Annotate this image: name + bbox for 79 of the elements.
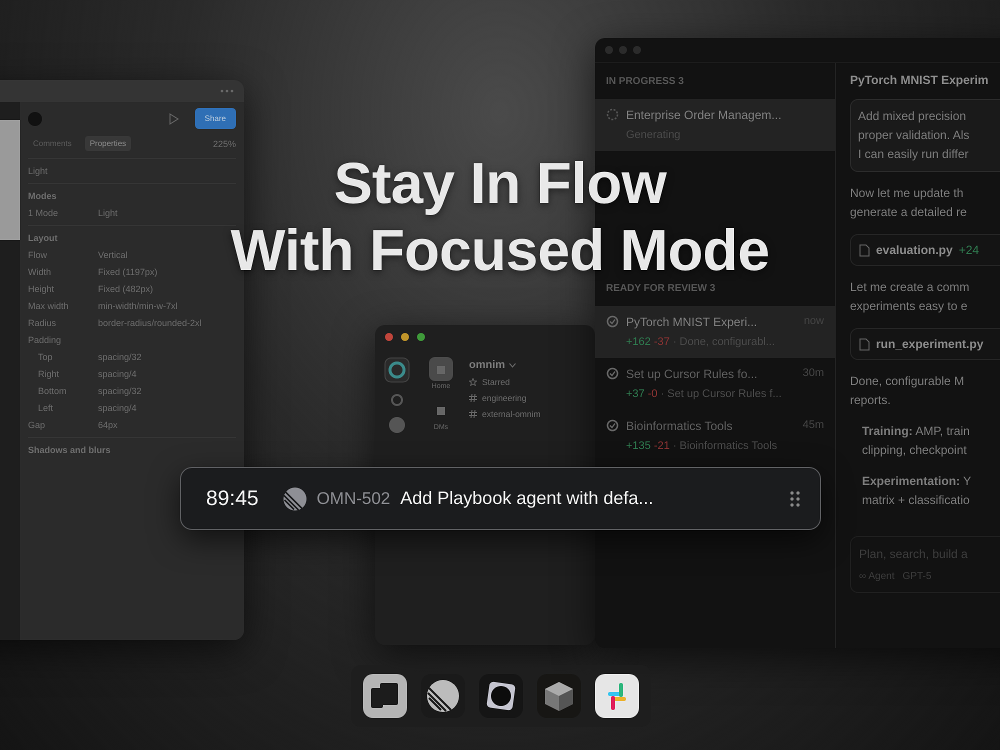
section-heading: Layout — [28, 233, 59, 243]
property-label: Top — [37, 352, 54, 362]
property-value: spacing/32 — [98, 386, 143, 396]
property-label: Height — [28, 284, 56, 294]
app-icon[interactable] — [478, 673, 524, 719]
property-label: Radius — [28, 318, 58, 328]
issue-title: Add Playbook agent with defa... — [400, 488, 654, 509]
property-value: border-radius/rounded-2xl — [98, 318, 203, 328]
file-icon — [859, 338, 870, 350]
share-button[interactable]: Share — [194, 108, 236, 129]
section-heading: Shadows and blurs — [28, 445, 112, 455]
section-heading: Modes — [28, 191, 58, 201]
property-value: Light — [98, 208, 119, 218]
panel-tab[interactable]: Properties — [84, 136, 132, 151]
star-icon — [469, 378, 477, 386]
maximize-dot[interactable] — [633, 46, 641, 54]
bullet-item: Training: AMP, train clipping, checkpoint — [861, 423, 971, 459]
channel-item[interactable]: external-omnim — [482, 409, 541, 419]
property-value: spacing/32 — [98, 352, 143, 362]
conversation-title: PyTorch MNIST Experim — [850, 73, 990, 87]
property-value: Fixed (482px) — [98, 284, 154, 294]
chevron-down-icon[interactable] — [509, 362, 516, 368]
property-label: Flow — [28, 250, 48, 260]
zoom-level[interactable]: 225% — [212, 138, 236, 148]
property-label: Padding — [28, 335, 62, 345]
more-icon[interactable] — [220, 89, 234, 93]
headline: Stay In Flow — [334, 150, 666, 217]
file-icon — [859, 244, 870, 256]
property-value: spacing/4 — [98, 403, 138, 413]
close-dot[interactable] — [385, 333, 393, 341]
prompt-message: Add mixed precision proper validation. Als I can easily run differ — [850, 99, 1000, 172]
nav-icon — [435, 363, 447, 375]
assistant-message: Now let me update th generate a detailed re — [850, 185, 968, 221]
app-icon[interactable] — [536, 673, 582, 719]
drag-handle-icon[interactable] — [790, 490, 800, 506]
minimize-dot[interactable] — [619, 46, 627, 54]
property-value: Fixed (1197px) — [98, 267, 158, 277]
property-label: Gap — [28, 420, 46, 430]
assistant-message: Done, configurable M reports. — [850, 373, 966, 409]
assistant-message: Let me create a comm experiments easy to e — [850, 279, 970, 315]
theme-label: Light — [28, 166, 48, 176]
property-label: Max width — [28, 301, 70, 311]
property-label: Bottom — [37, 386, 68, 396]
property-label: Left — [37, 403, 54, 413]
workspace-icon[interactable] — [384, 357, 410, 383]
play-icon[interactable] — [168, 112, 179, 124]
linear-logo-icon — [282, 486, 307, 510]
hash-icon — [469, 394, 477, 402]
close-dot[interactable] — [605, 46, 613, 54]
minimize-dot[interactable] — [401, 333, 409, 341]
file-card[interactable]: run_experiment.py — [850, 328, 1000, 360]
bullet-item: Experimentation: Y matrix + classificatio — [861, 473, 972, 509]
headline: With Focused Mode — [230, 217, 770, 284]
app-icon[interactable] — [594, 673, 640, 719]
hash-icon — [469, 410, 477, 418]
property-value: Vertical — [98, 250, 129, 260]
workspace-name[interactable]: omnim — [469, 359, 506, 371]
section-title: IN PROGRESS 3 — [605, 74, 685, 88]
property-label: Width — [28, 267, 52, 277]
check-circle-icon — [606, 366, 619, 380]
property-label: 1 Mode — [28, 208, 60, 218]
spinner-icon — [606, 108, 619, 120]
section-title: READY FOR REVIEW 3 — [605, 282, 716, 296]
check-circle-icon — [606, 418, 619, 432]
channel-item[interactable]: Starred — [482, 377, 510, 387]
app-icon[interactable] — [362, 673, 408, 719]
avatar-icon[interactable] — [389, 417, 405, 433]
check-circle-icon — [606, 314, 619, 328]
property-value: 64px — [98, 420, 119, 430]
maximize-dot[interactable] — [417, 333, 425, 341]
gear-icon[interactable] — [390, 393, 404, 407]
file-card[interactable]: evaluation.py +24 — [850, 234, 1000, 266]
property-value: min-width/min-w-7xl — [98, 301, 179, 311]
nav-icon — [435, 404, 447, 416]
channel-item[interactable]: engineering — [482, 393, 526, 403]
focus-timer: 89:45 — [206, 486, 259, 510]
issue-id: OMN-502 — [316, 488, 390, 508]
property-value: spacing/4 — [98, 369, 138, 379]
property-label: Right — [37, 369, 60, 379]
